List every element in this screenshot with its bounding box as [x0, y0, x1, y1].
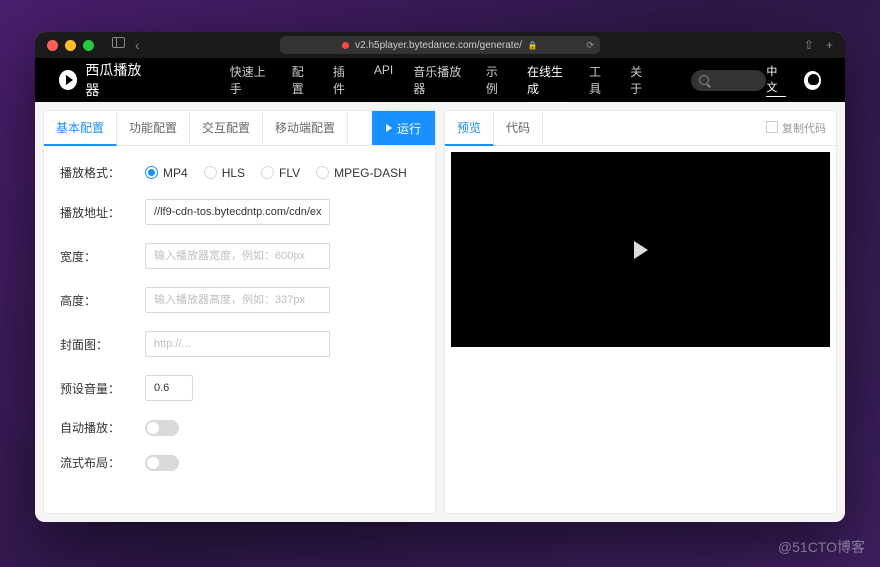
format-radio-group: MP4 HLS FLV MPEG-DASH [145, 166, 419, 180]
width-input[interactable] [145, 243, 330, 269]
security-indicator-icon [342, 42, 349, 49]
url-label: 播放地址： [60, 204, 145, 221]
watermark: @51CTO博客 [778, 537, 865, 557]
video-player[interactable] [451, 152, 830, 347]
preview-tabs: 预览代码 复制代码 [445, 111, 836, 146]
traffic-lights [47, 40, 94, 51]
nav-item[interactable]: 插件 [333, 59, 354, 101]
play-icon [386, 124, 392, 132]
config-tabs: 基本配置功能配置交互配置移动端配置 运行 [44, 111, 435, 146]
url-text: v2.h5player.bytedance.com/generate/ [355, 40, 522, 51]
autoplay-label: 自动播放： [60, 419, 145, 436]
format-radio-option[interactable]: MP4 [145, 166, 188, 180]
maximize-window-button[interactable] [83, 40, 94, 51]
format-radio-option[interactable]: HLS [204, 166, 245, 180]
volume-input[interactable] [145, 375, 193, 401]
poster-input[interactable] [145, 331, 330, 357]
fluid-toggle[interactable] [145, 455, 179, 471]
sidebar-toggle-icon[interactable] [112, 37, 125, 48]
browser-window: ‹ v2.h5player.bytedance.com/generate/ 🔒 … [35, 32, 845, 522]
height-label: 高度： [60, 292, 145, 309]
logo-icon [59, 70, 77, 90]
volume-label: 预设音量： [60, 380, 145, 397]
copy-icon [768, 123, 778, 133]
radio-label: MP4 [163, 166, 188, 180]
back-button[interactable]: ‹ [135, 37, 140, 53]
config-tab[interactable]: 移动端配置 [263, 111, 348, 145]
preview-panel: 预览代码 复制代码 [444, 110, 837, 514]
radio-icon [145, 166, 158, 179]
search-icon [699, 75, 709, 85]
config-tab[interactable]: 交互配置 [190, 111, 263, 145]
config-tab[interactable]: 基本配置 [44, 111, 117, 146]
width-label: 宽度： [60, 248, 145, 265]
language-switch[interactable]: 中文 [766, 63, 786, 97]
radio-icon [316, 166, 329, 179]
format-radio-option[interactable]: MPEG-DASH [316, 166, 407, 180]
github-icon[interactable] [804, 71, 821, 90]
nav-item[interactable]: 工具 [589, 59, 610, 101]
run-button[interactable]: 运行 [372, 111, 435, 145]
config-form: 播放格式： MP4HLSFLVMPEG-DASH 播放地址： 宽度： 高 [44, 146, 435, 507]
video-preview-area [445, 146, 836, 513]
config-tab[interactable]: 功能配置 [117, 111, 190, 145]
fluid-label: 流式布局： [60, 454, 145, 471]
new-tab-icon[interactable]: + [826, 38, 833, 52]
nav-item[interactable]: 在线生成 [527, 59, 569, 101]
radio-icon [261, 166, 274, 179]
titlebar: ‹ v2.h5player.bytedance.com/generate/ 🔒 … [35, 32, 845, 58]
poster-label: 封面图： [60, 336, 145, 353]
radio-label: MPEG-DASH [334, 166, 407, 180]
format-label: 播放格式： [60, 164, 145, 181]
nav-item[interactable]: 配置 [292, 59, 313, 101]
close-window-button[interactable] [47, 40, 58, 51]
nav-item[interactable]: 示例 [486, 59, 507, 101]
height-input[interactable] [145, 287, 330, 313]
config-panel: 基本配置功能配置交互配置移动端配置 运行 播放格式： MP4 HLS FLV MPEG… [43, 110, 436, 514]
site-header: 西瓜播放器 快速上手配置插件 API 音乐播放器示例在线生成工具关于 中文 [35, 58, 845, 102]
address-bar[interactable]: v2.h5player.bytedance.com/generate/ 🔒 ⟳ [280, 36, 600, 54]
radio-label: HLS [222, 166, 245, 180]
copy-code-button[interactable]: 复制代码 [758, 111, 836, 145]
minimize-window-button[interactable] [65, 40, 76, 51]
copy-label: 复制代码 [782, 120, 826, 136]
search-input[interactable] [691, 70, 766, 91]
preview-tab[interactable]: 预览 [445, 111, 494, 146]
refresh-icon[interactable]: ⟳ [586, 40, 594, 51]
format-radio-option[interactable]: FLV [261, 166, 300, 180]
nav-item[interactable]: 音乐播放器 [413, 59, 466, 101]
main-nav: 快速上手配置插件 API 音乐播放器示例在线生成工具关于 [230, 59, 651, 101]
share-icon[interactable]: ⇧ [804, 38, 814, 52]
radio-icon [204, 166, 217, 179]
video-play-button[interactable] [634, 241, 648, 259]
radio-label: FLV [279, 166, 300, 180]
url-input[interactable] [145, 199, 330, 225]
nav-item[interactable]: 快速上手 [230, 59, 272, 101]
nav-item[interactable]: 关于 [630, 59, 651, 101]
run-label: 运行 [397, 120, 421, 137]
lock-icon: 🔒 [528, 41, 538, 50]
logo[interactable]: 西瓜播放器 [59, 60, 150, 100]
nav-item[interactable]: API [374, 59, 393, 101]
autoplay-toggle[interactable] [145, 420, 179, 436]
product-name: 西瓜播放器 [85, 60, 149, 100]
content-area: 基本配置功能配置交互配置移动端配置 运行 播放格式： MP4 HLS FLV MPEG… [35, 102, 845, 522]
preview-tab[interactable]: 代码 [494, 111, 543, 145]
